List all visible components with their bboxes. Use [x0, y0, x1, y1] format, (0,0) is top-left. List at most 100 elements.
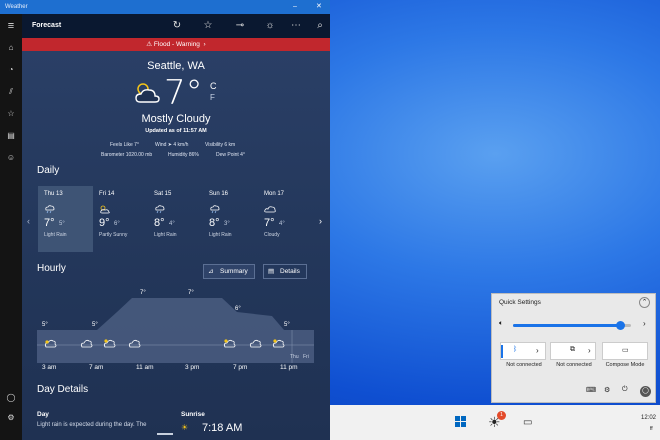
day-label: Thu 13: [44, 191, 63, 197]
brightness-icon[interactable]: ☼: [260, 14, 280, 38]
compose-mode-tile[interactable]: ▭: [602, 342, 648, 360]
day-card-sun[interactable]: Sun 16 8° 3° Light Rain: [203, 186, 258, 252]
volume-chevron-icon[interactable]: ›: [643, 319, 646, 328]
app-header: Forecast ↻ ☆ ⊸ ☼ ⋯ ⌕: [22, 14, 330, 38]
hour-temp: 6°: [235, 306, 241, 312]
details-button[interactable]: ▤ Details: [263, 264, 307, 279]
sunrise-value: 7:18 AM: [202, 422, 243, 434]
pin-icon[interactable]: ⊸: [230, 14, 250, 38]
day-label: Day: [37, 411, 49, 418]
partly-sunny-icon: [100, 205, 110, 214]
more-options-icon[interactable]: ⋯: [286, 14, 306, 38]
sunrise-label: Sunrise: [181, 411, 205, 418]
day-low: 5°: [59, 221, 65, 227]
bluetooth-icon: ᛒ: [513, 346, 518, 353]
barometer: Barometer 1020.00 mb: [101, 152, 153, 158]
humidity: Humidity 86%: [168, 152, 199, 158]
daily-next-arrow[interactable]: ›: [319, 216, 322, 226]
minimize-button[interactable]: –: [293, 0, 297, 14]
light-rain-icon: [45, 205, 55, 214]
day-condition: Partly Sunny: [99, 232, 128, 238]
refresh-icon[interactable]: ↻: [167, 14, 187, 38]
cast-icon: ⧉: [570, 346, 575, 353]
news-icon[interactable]: ▤: [0, 128, 22, 144]
visibility: Visibility 6 km: [205, 142, 236, 148]
radar-icon[interactable]: ◔: [0, 62, 22, 78]
daily-heading: Daily: [37, 165, 60, 176]
hamburger-menu-icon[interactable]: ≡: [0, 18, 22, 34]
keyboard-icon[interactable]: ⌨: [586, 386, 596, 394]
notification-badge: 1: [497, 411, 506, 420]
updated-time: Updated as of 11:57 AM: [145, 128, 207, 134]
hour-time: 11 pm: [280, 364, 298, 371]
day-card-fri[interactable]: Fri 14 9° 6° Partly Sunny: [93, 186, 148, 252]
volume-slider-thumb[interactable]: [615, 321, 625, 330]
hourly-temperature-chart: 5° 5° 7° 7° 6° 5° Thu Fri: [37, 290, 314, 363]
volume-slider-track[interactable]: [513, 321, 631, 330]
resize-handle[interactable]: [157, 433, 173, 435]
power-icon[interactable]: ⏻: [622, 386, 628, 394]
list-icon: ▤: [268, 268, 275, 275]
windows-start-icon[interactable]: [455, 416, 467, 428]
favorites-icon[interactable]: ☆: [0, 106, 22, 122]
day-label: Sat 15: [154, 191, 172, 197]
fahrenheit-toggle[interactable]: F: [210, 93, 215, 102]
cast-tile[interactable]: ⧉ ›: [550, 342, 596, 360]
tile-status: Not connected: [556, 362, 592, 368]
window-title: Weather: [5, 4, 28, 10]
collapse-chevron-icon[interactable]: ⌃: [639, 297, 650, 308]
summary-button[interactable]: ⊿ Summary: [203, 264, 255, 279]
day-condition: Light Rain: [209, 232, 232, 238]
current-condition: Mostly Cloudy: [141, 113, 211, 125]
clock-time[interactable]: 12:02: [641, 415, 656, 421]
flood-warning-banner[interactable]: ⚠ Flood - Warning ›: [22, 38, 330, 51]
chevron-right-icon[interactable]: ›: [588, 346, 591, 355]
daily-prev-arrow[interactable]: ‹: [27, 216, 30, 226]
summary-label: Summary: [220, 268, 248, 275]
tile-label: Compose Mode: [605, 362, 645, 368]
sun-dot: [45, 340, 49, 344]
volume-icon[interactable]: 🔈︎: [499, 320, 503, 328]
search-icon[interactable]: ⌕: [310, 14, 330, 38]
page-title: Forecast: [32, 22, 62, 29]
laptop-icon: ▭: [622, 347, 629, 354]
bluetooth-tile[interactable]: ᛒ ›: [500, 342, 546, 360]
favorite-star-icon[interactable]: ☆: [198, 14, 218, 38]
wind: Wind ➤ 4 km/h: [155, 142, 189, 148]
day-label-fri: Fri: [303, 354, 309, 360]
hour-temp: 7°: [188, 290, 194, 296]
volume-slider-fill: [513, 324, 621, 327]
day-label: Fri 14: [99, 191, 115, 197]
chevron-right-icon[interactable]: ›: [536, 346, 539, 355]
sunrise-icon: ☀: [181, 423, 189, 432]
hour-temp: 7°: [140, 290, 146, 296]
day-card-mon[interactable]: Mon 17 7° 4° Cloudy: [258, 186, 313, 252]
day-high: 7°: [264, 217, 275, 229]
cloudy-icon: [264, 206, 276, 213]
celsius-toggle[interactable]: C: [210, 81, 217, 91]
warning-icon: ⚠: [146, 41, 153, 48]
task-view-icon[interactable]: ▭: [523, 417, 532, 428]
light-rain-icon: [210, 205, 220, 214]
historical-weather-icon[interactable]: ⫽: [0, 84, 22, 100]
sun-dot: [224, 339, 228, 343]
account-icon[interactable]: ◯: [0, 390, 22, 406]
clock-date: ff: [650, 426, 653, 432]
hour-time: 7 pm: [233, 364, 248, 371]
hour-time: 11 am: [136, 364, 154, 371]
settings-icon[interactable]: ⚙: [0, 410, 22, 426]
feedback-icon[interactable]: ☺: [0, 150, 22, 166]
day-card-sat[interactable]: Sat 15 8° 4° Light Rain: [148, 186, 203, 252]
sun-dot: [104, 339, 108, 343]
settings-gear-icon[interactable]: ⚙: [604, 386, 610, 394]
hour-time: 3 am: [42, 364, 57, 371]
hour-temp: 5°: [92, 322, 98, 328]
day-card-thu[interactable]: Thu 13 7° 5° Light Rain: [38, 186, 93, 252]
day-details-heading: Day Details: [37, 384, 89, 395]
nav-sidebar: ≡ ⌂ ◔ ⫽ ☆ ▤ ☺ ◯ ⚙: [0, 14, 22, 440]
home-icon[interactable]: ⌂: [0, 40, 22, 56]
close-button[interactable]: ✕: [316, 0, 322, 14]
day-high: 8°: [209, 217, 220, 229]
user-avatar[interactable]: ◯: [640, 386, 651, 397]
hourly-heading: Hourly: [37, 263, 66, 274]
